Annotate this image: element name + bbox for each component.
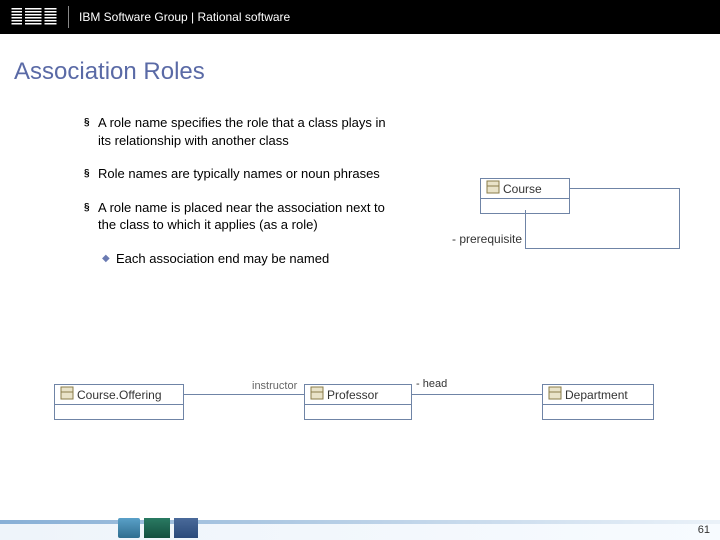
uml-class-icon xyxy=(487,181,499,196)
bullet-item: § A role name is placed near the associa… xyxy=(84,199,394,234)
uml-class-professor: Professor xyxy=(304,384,412,420)
uml-diagram-course: Course - prerequisite xyxy=(440,178,680,298)
uml-class-title-row: Course xyxy=(481,179,569,199)
uml-attr-compartment xyxy=(543,405,653,419)
footer: 61 xyxy=(0,514,720,540)
uml-class-courseoffering: Course.Offering xyxy=(54,384,184,420)
sub-bullet-text: Each association end may be named xyxy=(116,250,329,268)
uml-class-icon xyxy=(61,387,73,402)
bullet-marker: § xyxy=(84,165,98,183)
slide: IBM Software Group | Rational software A… xyxy=(0,0,720,540)
footer-shape xyxy=(144,518,170,538)
bullet-text: Role names are typically names or noun p… xyxy=(98,165,394,183)
uml-role-label: - prerequisite xyxy=(452,232,522,246)
bullet-marker: § xyxy=(84,199,98,234)
assoc-line xyxy=(679,188,680,248)
header-divider xyxy=(68,6,69,28)
sub-bullet-item: ◆ Each association end may be named xyxy=(102,250,394,268)
assoc-line xyxy=(184,394,304,395)
page-number: 61 xyxy=(698,524,710,536)
assoc-line xyxy=(525,248,680,249)
bullet-item: § A role name specifies the role that a … xyxy=(84,114,394,149)
uml-class-icon xyxy=(311,387,323,402)
uml-role-label: - head xyxy=(416,378,447,390)
uml-attr-compartment xyxy=(305,405,411,419)
footer-shape xyxy=(118,518,140,538)
uml-class-title-row: Department xyxy=(543,385,653,405)
uml-class-department: Department xyxy=(542,384,654,420)
uml-class-icon xyxy=(549,387,561,402)
uml-attr-compartment xyxy=(55,405,183,419)
uml-class-name: Course.Offering xyxy=(77,388,162,402)
uml-class-title-row: Course.Offering xyxy=(55,385,183,405)
uml-class-title-row: Professor xyxy=(305,385,411,405)
uml-class-name: Course xyxy=(503,182,542,196)
assoc-line xyxy=(570,188,680,189)
assoc-line xyxy=(525,210,526,248)
uml-class-name: Professor xyxy=(327,388,378,402)
slide-title: Association Roles xyxy=(14,58,205,86)
header-bar: IBM Software Group | Rational software xyxy=(0,0,720,34)
footer-shape xyxy=(174,518,198,538)
bullet-text: A role name is placed near the associati… xyxy=(98,199,394,234)
footer-band xyxy=(0,524,720,540)
sub-bullet-marker: ◆ xyxy=(102,250,116,268)
bullet-marker: § xyxy=(84,114,98,149)
uml-class-course: Course xyxy=(480,178,570,214)
bullet-text: A role name specifies the role that a cl… xyxy=(98,114,394,149)
uml-diagram-row: Course.Offering instructor Professor - h… xyxy=(54,376,674,440)
ibm-logo xyxy=(10,8,58,26)
assoc-line xyxy=(412,394,542,395)
bullet-item: § Role names are typically names or noun… xyxy=(84,165,394,183)
uml-class-name: Department xyxy=(565,388,628,402)
uml-role-label: instructor xyxy=(252,380,297,392)
header-text: IBM Software Group | Rational software xyxy=(79,10,290,24)
footer-decor xyxy=(118,518,198,538)
bullet-list: § A role name specifies the role that a … xyxy=(84,114,394,267)
